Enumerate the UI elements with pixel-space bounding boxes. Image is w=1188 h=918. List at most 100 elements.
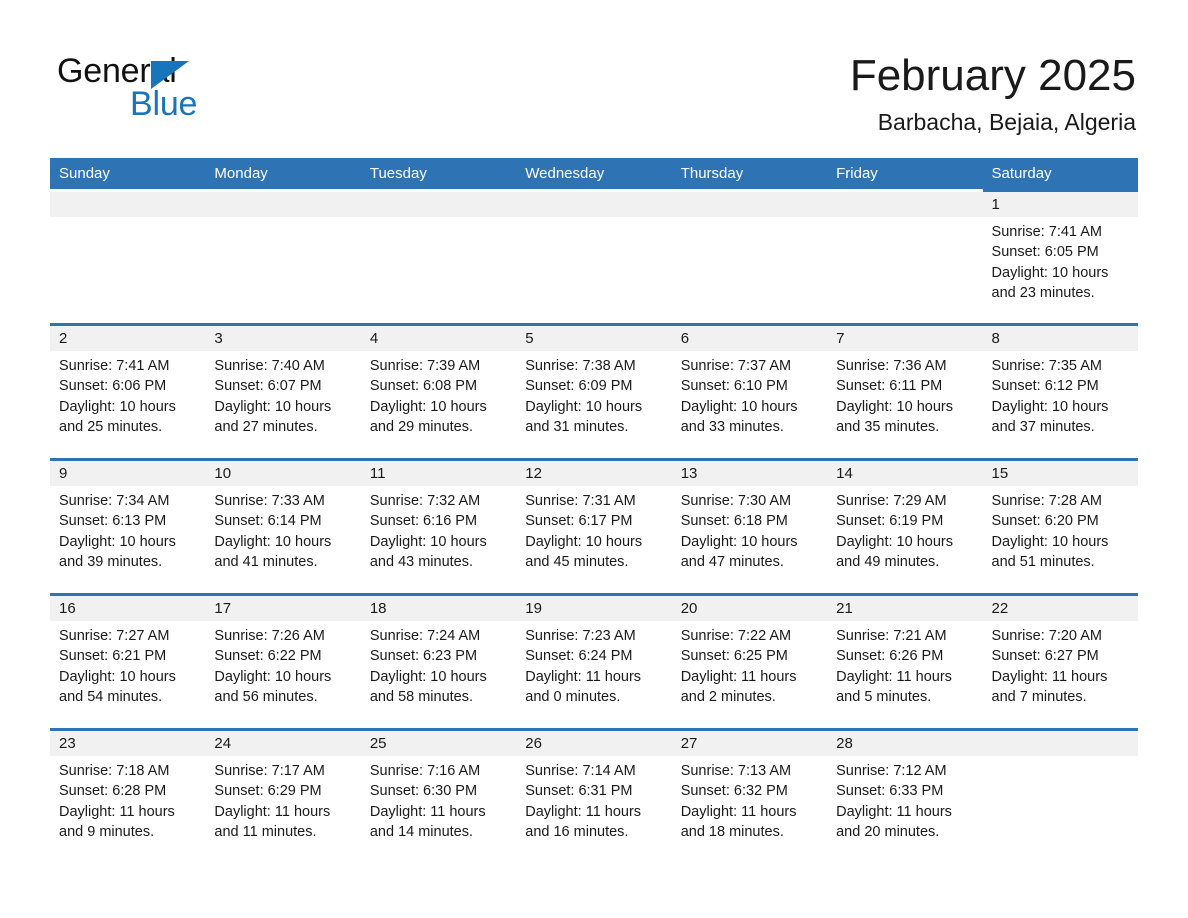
calendar-cell [982, 728, 1138, 863]
day-cell[interactable]: 24 Sunrise: 7:17 AM Sunset: 6:29 PM Dayligh… [205, 728, 361, 863]
sunset-time: Sunset: 6:29 PM [214, 783, 322, 800]
sunrise-time: Sunrise: 7:24 AM [369, 628, 481, 644]
sunrise-time: Sunrise: 7:32 AM [369, 493, 481, 509]
day-number: 11 [360, 461, 517, 486]
day-cell[interactable]: 4 Sunrise: 7:39 AM Sunset: 6:08 PM Daylight… [360, 323, 517, 458]
daylight-duration-line1: Daylight: 11 hours [59, 803, 175, 820]
day-cell-empty [360, 189, 517, 323]
day-cell[interactable]: 25 Sunrise: 7:16 AM Sunset: 6:30 PM Dayligh… [360, 728, 517, 863]
sunrise-time: Sunrise: 7:20 AM [991, 628, 1102, 644]
day-cell[interactable]: 21 Sunrise: 7:21 AM Sunset: 6:26 PM Dayligh… [827, 593, 983, 728]
calendar-cell: 6 Sunrise: 7:37 AM Sunset: 6:10 PM Daylight… [671, 323, 828, 458]
daylight-duration-line2: and 16 minutes. [525, 823, 629, 840]
weekday-header-wednesday: Wednesday [516, 158, 672, 189]
daylight-duration-line2: and 20 minutes. [836, 823, 940, 840]
daylight-duration-line1: Daylight: 10 hours [525, 533, 643, 550]
day-cell-empty [205, 189, 361, 323]
general-blue-logo[interactable]: General Blue [57, 52, 257, 124]
day-cell[interactable]: 15 Sunrise: 7:28 AM Sunset: 6:20 PM Dayligh… [982, 458, 1138, 593]
day-cell[interactable]: 11 Sunrise: 7:32 AM Sunset: 6:16 PM Dayligh… [360, 458, 517, 593]
day-details: Sunrise: 7:32 AM Sunset: 6:16 PM Daylight:… [361, 486, 516, 572]
day-cell[interactable]: 28 Sunrise: 7:12 AM Sunset: 6:33 PM Dayligh… [827, 728, 983, 863]
sunrise-time: Sunrise: 7:41 AM [991, 224, 1102, 240]
day-number: 17 [205, 596, 361, 621]
calendar-header-row: Sunday Monday Tuesday Wednesday Thursday… [50, 158, 1138, 189]
day-details: Sunrise: 7:21 AM Sunset: 6:26 PM Daylight:… [827, 621, 982, 707]
day-cell[interactable]: 6 Sunrise: 7:37 AM Sunset: 6:10 PM Daylight… [671, 323, 828, 458]
day-cell[interactable]: 1 Sunrise: 7:41 AM Sunset: 6:05 PM Daylight… [982, 189, 1138, 323]
daylight-duration-line2: and 47 minutes. [680, 553, 784, 570]
calendar-week-row: 2 Sunrise: 7:41 AM Sunset: 6:06 PM Daylight… [50, 323, 1138, 458]
calendar-cell: 7 Sunrise: 7:36 AM Sunset: 6:11 PM Daylight… [827, 323, 983, 458]
sunset-time: Sunset: 6:14 PM [214, 513, 322, 530]
sunrise-time: Sunrise: 7:33 AM [214, 493, 325, 509]
calendar-cell: 12 Sunrise: 7:31 AM Sunset: 6:17 PM Dayligh… [516, 458, 672, 593]
day-cell[interactable]: 26 Sunrise: 7:14 AM Sunset: 6:31 PM Dayligh… [516, 728, 672, 863]
sunset-time: Sunset: 6:22 PM [214, 648, 322, 665]
sunset-time: Sunset: 6:18 PM [680, 513, 788, 530]
daylight-duration-line2: and 43 minutes. [369, 553, 474, 570]
daylight-duration-line2: and 25 minutes. [59, 418, 163, 435]
day-number: 14 [827, 461, 983, 486]
calendar-week-row: 16 Sunrise: 7:27 AM Sunset: 6:21 PM Dayligh… [50, 593, 1138, 728]
calendar-cell: 22 Sunrise: 7:20 AM Sunset: 6:27 PM Dayligh… [982, 593, 1138, 728]
page-title: February 2025 [849, 51, 1136, 100]
day-cell[interactable]: 8 Sunrise: 7:35 AM Sunset: 6:12 PM Daylight… [982, 323, 1138, 458]
sunset-time: Sunset: 6:24 PM [525, 648, 633, 665]
day-cell[interactable]: 10 Sunrise: 7:33 AM Sunset: 6:14 PM Dayligh… [205, 458, 361, 593]
day-cell[interactable]: 5 Sunrise: 7:38 AM Sunset: 6:09 PM Daylight… [516, 323, 672, 458]
day-cell[interactable]: 27 Sunrise: 7:13 AM Sunset: 6:32 PM Dayligh… [671, 728, 828, 863]
day-cell[interactable]: 13 Sunrise: 7:30 AM Sunset: 6:18 PM Dayligh… [671, 458, 828, 593]
sunrise-time: Sunrise: 7:40 AM [214, 358, 325, 374]
daylight-duration-line2: and 31 minutes. [525, 418, 629, 435]
day-number: 9 [50, 461, 206, 486]
calendar-cell [827, 189, 983, 323]
day-cell[interactable]: 18 Sunrise: 7:24 AM Sunset: 6:23 PM Dayligh… [360, 593, 517, 728]
sunset-time: Sunset: 6:06 PM [59, 378, 167, 395]
sunset-time: Sunset: 6:11 PM [836, 378, 943, 395]
daylight-duration-line2: and 35 minutes. [836, 418, 940, 435]
calendar-cell: 9 Sunrise: 7:34 AM Sunset: 6:13 PM Daylight… [50, 458, 206, 593]
calendar-table: Sunday Monday Tuesday Wednesday Thursday… [50, 158, 1138, 863]
day-cell[interactable]: 14 Sunrise: 7:29 AM Sunset: 6:19 PM Dayligh… [827, 458, 983, 593]
day-cell[interactable]: 9 Sunrise: 7:34 AM Sunset: 6:13 PM Daylight… [50, 458, 206, 593]
day-details: Sunrise: 7:24 AM Sunset: 6:23 PM Daylight:… [361, 621, 516, 707]
day-cell[interactable]: 20 Sunrise: 7:22 AM Sunset: 6:25 PM Dayligh… [671, 593, 828, 728]
calendar-cell: 8 Sunrise: 7:35 AM Sunset: 6:12 PM Daylight… [982, 323, 1138, 458]
calendar-week-row: 1 Sunrise: 7:41 AM Sunset: 6:05 PM Daylight… [50, 189, 1138, 323]
day-details: Sunrise: 7:26 AM Sunset: 6:22 PM Daylight:… [205, 621, 360, 707]
sunrise-time: Sunrise: 7:34 AM [59, 493, 170, 509]
weekday-header-friday: Friday [827, 158, 983, 189]
day-cell[interactable]: 3 Sunrise: 7:40 AM Sunset: 6:07 PM Daylight… [205, 323, 361, 458]
sunrise-time: Sunrise: 7:41 AM [59, 358, 170, 374]
day-cell[interactable]: 7 Sunrise: 7:36 AM Sunset: 6:11 PM Daylight… [827, 323, 983, 458]
day-cell-empty [50, 189, 206, 323]
day-cell[interactable]: 17 Sunrise: 7:26 AM Sunset: 6:22 PM Dayligh… [205, 593, 361, 728]
calendar-cell: 2 Sunrise: 7:41 AM Sunset: 6:06 PM Daylight… [50, 323, 206, 458]
sunrise-time: Sunrise: 7:26 AM [214, 628, 325, 644]
day-details: Sunrise: 7:39 AM Sunset: 6:08 PM Daylight:… [361, 351, 516, 437]
day-cell[interactable]: 23 Sunrise: 7:18 AM Sunset: 6:28 PM Dayligh… [50, 728, 206, 863]
day-number [671, 192, 828, 217]
daylight-duration-line1: Daylight: 11 hours [525, 668, 642, 685]
daylight-duration-line2: and 45 minutes. [525, 553, 629, 570]
day-cell[interactable]: 12 Sunrise: 7:31 AM Sunset: 6:17 PM Dayligh… [516, 458, 672, 593]
day-cell[interactable]: 2 Sunrise: 7:41 AM Sunset: 6:06 PM Daylight… [50, 323, 206, 458]
sunrise-time: Sunrise: 7:36 AM [836, 358, 947, 374]
calendar-page: General Blue February 2025 Barbacha, Bej… [0, 0, 1188, 918]
day-cell[interactable]: 16 Sunrise: 7:27 AM Sunset: 6:21 PM Dayligh… [50, 593, 206, 728]
daylight-duration-line1: Daylight: 10 hours [991, 264, 1109, 281]
day-cell[interactable]: 22 Sunrise: 7:20 AM Sunset: 6:27 PM Dayligh… [982, 593, 1138, 728]
calendar-week-row: 9 Sunrise: 7:34 AM Sunset: 6:13 PM Daylight… [50, 458, 1138, 593]
sunrise-time: Sunrise: 7:14 AM [525, 763, 636, 779]
daylight-duration-line1: Daylight: 10 hours [836, 533, 953, 550]
daylight-duration-line1: Daylight: 10 hours [369, 668, 487, 685]
calendar-cell [50, 189, 206, 323]
day-number: 13 [671, 461, 828, 486]
day-number: 20 [671, 596, 828, 621]
daylight-duration-line1: Daylight: 10 hours [59, 533, 176, 550]
weekday-header-sunday: Sunday [50, 158, 206, 189]
day-details: Sunrise: 7:22 AM Sunset: 6:25 PM Daylight:… [672, 621, 827, 707]
sunset-time: Sunset: 6:10 PM [680, 378, 788, 395]
day-cell[interactable]: 19 Sunrise: 7:23 AM Sunset: 6:24 PM Dayligh… [516, 593, 672, 728]
